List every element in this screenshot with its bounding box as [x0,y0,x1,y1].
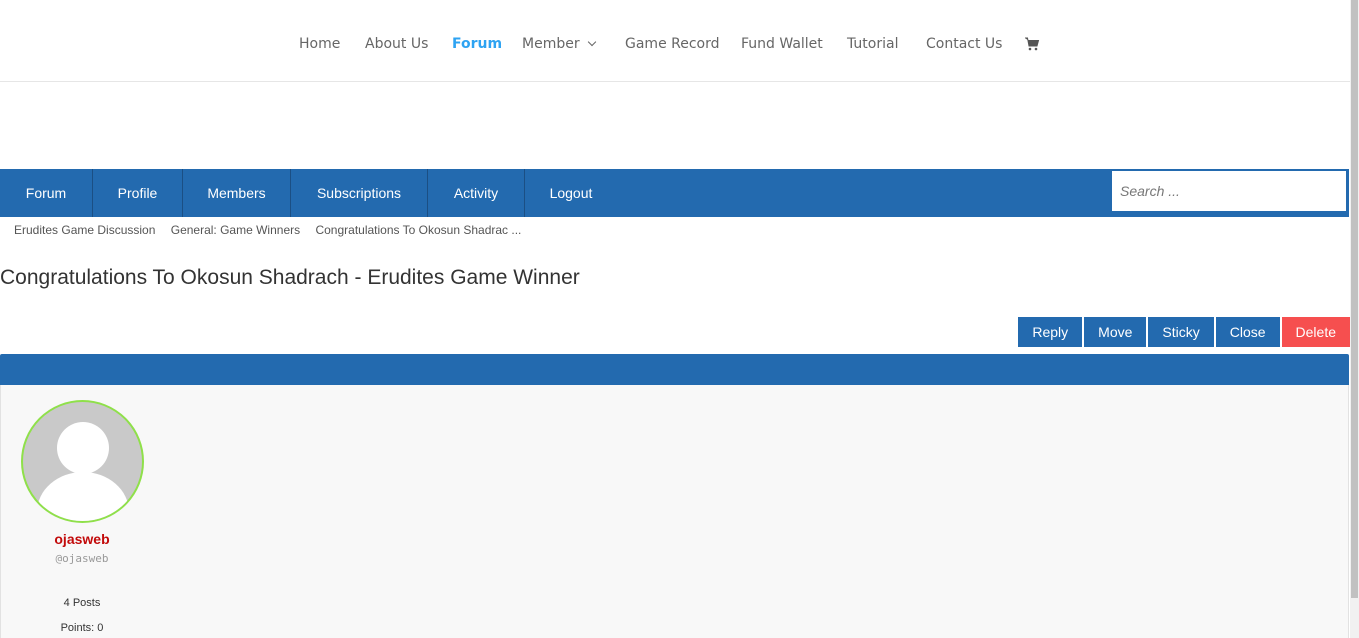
forum-nav-members[interactable]: Members [183,169,291,217]
avatar-head-shape [57,422,109,474]
forum-nav-subscriptions[interactable]: Subscriptions [291,169,428,217]
forum-nav-logout[interactable]: Logout [525,169,617,217]
cart-icon[interactable] [1024,36,1040,52]
nav-forum[interactable]: Forum [452,36,502,52]
reply-button[interactable]: Reply [1018,317,1083,347]
nav-about-us[interactable]: About Us [365,36,428,52]
topic-actions: Reply Move Sticky Close Delete [1016,317,1350,347]
nav-home[interactable]: Home [299,36,340,52]
author-post-count: 4 Posts [63,597,101,609]
sticky-button[interactable]: Sticky [1148,317,1214,347]
breadcrumb-item-category[interactable]: General: Game Winners [171,223,300,237]
breadcrumb-item-topic: Congratulations To Okosun Shadrac ... [315,223,522,237]
breadcrumb: Erudites Game Discussion General: Game W… [14,223,533,237]
forum-nav: Forum Profile Members Subscriptions Acti… [0,169,1349,217]
author-handle: @ojasweb [55,552,109,565]
nav-tutorial[interactable]: Tutorial [847,36,898,52]
nav-fund-wallet[interactable]: Fund Wallet [741,36,823,52]
avatar[interactable] [21,400,144,523]
avatar-shoulders-shape [37,472,129,521]
forum-nav-activity[interactable]: Activity [428,169,525,217]
top-nav: Home About Us Forum Member Game Record F… [0,0,1350,81]
chevron-down-icon [587,37,596,47]
nav-member-label: Member [522,36,580,52]
page-title: Congratulations To Okosun Shadrach - Eru… [0,266,580,289]
post-header-bar [0,354,1349,385]
search-input[interactable] [1112,171,1346,211]
breadcrumb-item-forum-root[interactable]: Erudites Game Discussion [14,223,155,237]
post-body: ojasweb @ojasweb 4 Posts Points: 0 [0,385,1349,638]
site-header: Home About Us Forum Member Game Record F… [0,0,1350,82]
move-button[interactable]: Move [1084,317,1147,347]
close-button[interactable]: Close [1215,317,1280,347]
author-name[interactable]: ojasweb [1,531,163,547]
forum-nav-forum[interactable]: Forum [0,169,93,217]
nav-game-record[interactable]: Game Record [625,36,720,52]
nav-member[interactable]: Member [522,36,596,52]
delete-button[interactable]: Delete [1281,317,1350,347]
forum-nav-profile[interactable]: Profile [93,169,183,217]
author-points: Points: 0 [60,622,104,634]
scrollbar-thumb[interactable] [1351,0,1358,598]
search-box [1111,170,1347,212]
page-scrollbar[interactable] [1350,0,1359,638]
nav-contact-us[interactable]: Contact Us [926,36,1002,52]
